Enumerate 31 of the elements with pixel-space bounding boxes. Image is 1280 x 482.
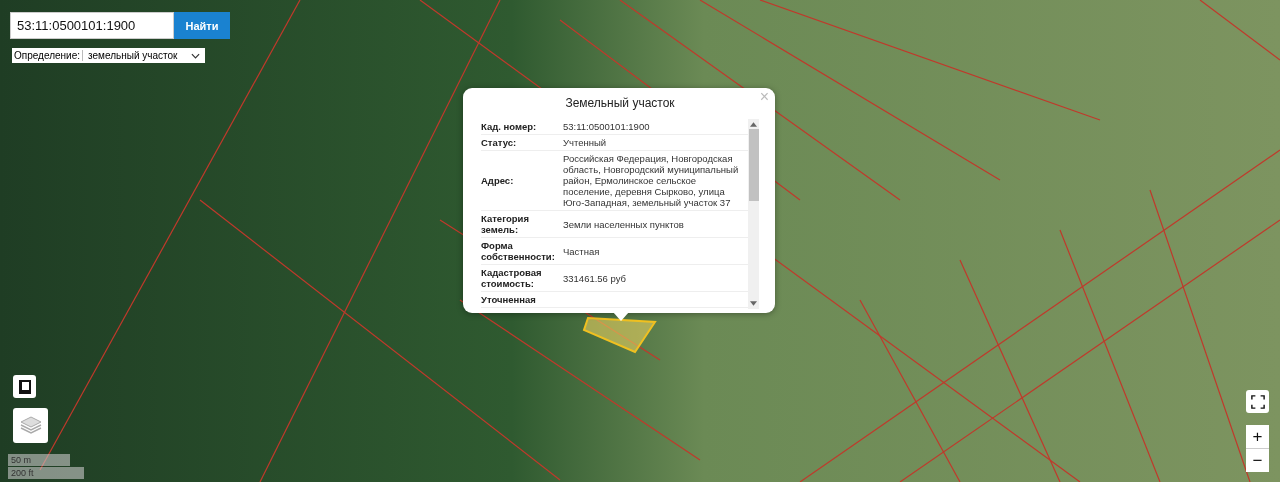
scrollbar[interactable]: [748, 119, 759, 309]
definition-dropdown[interactable]: земельный участок: [85, 49, 204, 62]
layers-icon: [18, 415, 43, 436]
scroll-down-icon: [750, 301, 757, 306]
field-label: Статус:: [481, 137, 518, 148]
chevron-down-icon: [191, 52, 201, 59]
scale-bar: 50 m: [8, 454, 70, 466]
field-value: 331461.56 руб: [563, 272, 628, 284]
field-value: Земли населенных пунктов: [563, 218, 685, 230]
field-value: Частная: [563, 245, 601, 257]
field-value: Российская Федерация, Новгородская область, Новгородский муниципальный район, Ермолинское сельское поселение, деревня Сырково, улица Юго-Западная, земельный участок 37: [563, 153, 740, 208]
find-button[interactable]: Найти: [174, 12, 230, 39]
field-label: Форма собственности:: [481, 240, 556, 262]
zoom-in-button[interactable]: +: [1246, 425, 1269, 448]
field-label: Категория земель:: [481, 213, 530, 235]
field-value: Учтенный: [563, 137, 608, 148]
scroll-up-icon: [750, 122, 757, 127]
zoom-out-button[interactable]: −: [1246, 449, 1269, 472]
field-label: Кадастровая стоимость:: [481, 267, 543, 289]
field-label: Кад. номер:: [481, 121, 538, 132]
book-icon: [16, 378, 33, 395]
search-field[interactable]: 53:11:0500101:1900: [10, 12, 174, 39]
fullscreen-icon: [1250, 394, 1265, 409]
field-value: 53:11:0500101:1900: [563, 121, 651, 132]
field-label: Адрес:: [481, 175, 515, 186]
definition-label: Определение:: [14, 50, 83, 61]
book-button[interactable]: [13, 375, 36, 398]
field-label: Уточненная: [481, 294, 537, 305]
scale-bar: 200 ft: [8, 467, 84, 479]
popup-title: Земельный участок: [564, 96, 676, 110]
fullscreen-button[interactable]: [1246, 390, 1269, 413]
